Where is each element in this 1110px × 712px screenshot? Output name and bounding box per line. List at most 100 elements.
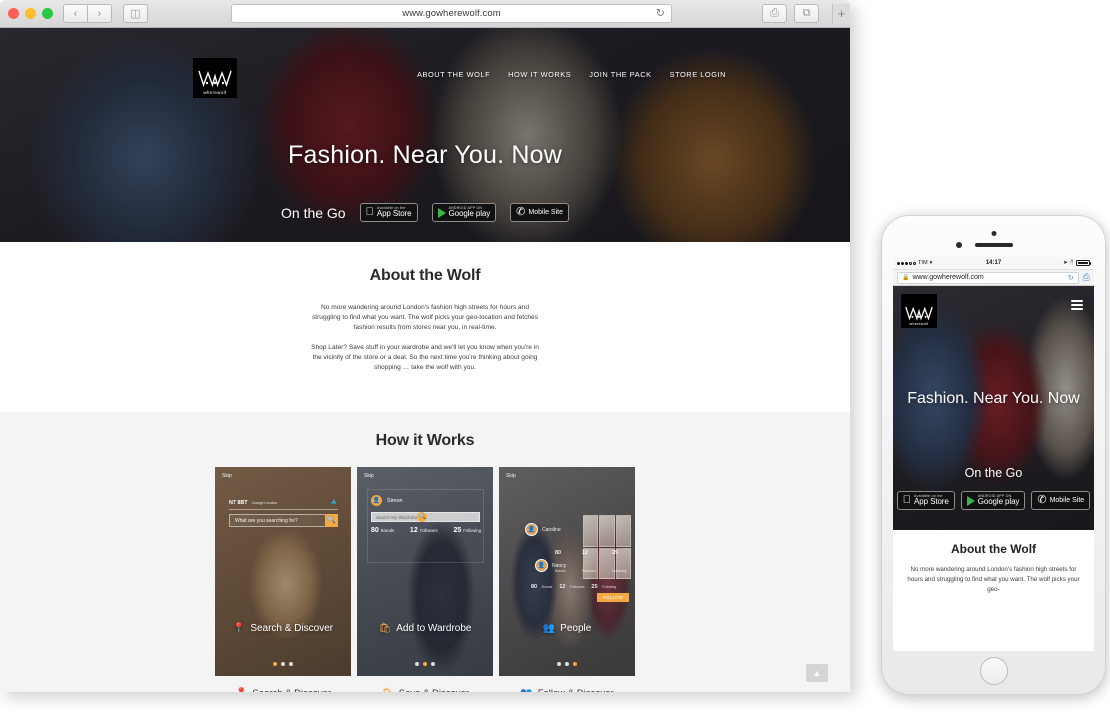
phone-reload-icon[interactable]: ↻ bbox=[1068, 274, 1074, 282]
maximize-window-button[interactable] bbox=[42, 8, 53, 19]
address-bar[interactable]: www.gowherewolf.com ↻ bbox=[231, 4, 672, 23]
mobile-site-badge[interactable]: ✆ Mobile Site bbox=[510, 203, 569, 222]
share-icon[interactable]: ⎙ bbox=[762, 4, 787, 23]
card-add-to-wardrobe[interactable]: Skip 👤 Simon Search My Wardrobe 🔍 80 Bra… bbox=[357, 467, 493, 677]
carousel-dot[interactable] bbox=[565, 662, 569, 667]
tabs-icon[interactable]: ⧉ bbox=[794, 4, 819, 23]
feature-heading-2: 🛍 Save & Discover bbox=[357, 688, 493, 692]
search-icon[interactable]: 🔍 bbox=[325, 513, 338, 527]
phone-wherewolf-logo[interactable]: wherewolf bbox=[901, 294, 937, 328]
person-name-2: Nancy bbox=[552, 562, 567, 569]
screenshot-cards-row: Skip N7 8BT Change Location ➤ What are y… bbox=[0, 467, 850, 677]
phone-share-icon[interactable]: ⎙ bbox=[1083, 272, 1090, 283]
card-search-and-discover[interactable]: Skip N7 8BT Change Location ➤ What are y… bbox=[215, 467, 351, 677]
carousel-dot[interactable] bbox=[415, 662, 419, 667]
carousel-dot[interactable] bbox=[289, 662, 293, 667]
minimize-window-button[interactable] bbox=[25, 8, 36, 19]
hamburger-menu-icon[interactable] bbox=[1071, 300, 1083, 310]
wardrobe-search-field[interactable]: Search My Wardrobe 🔍 bbox=[371, 511, 480, 523]
carousel-dot[interactable] bbox=[573, 662, 577, 667]
reload-icon[interactable]: ↻ bbox=[656, 8, 665, 19]
back-icon[interactable]: ‹ bbox=[63, 4, 88, 23]
app-store-badge[interactable]:  Available on the App Store bbox=[359, 203, 418, 222]
toolbar-right-actions: ⎙ ⧉ + bbox=[762, 3, 850, 24]
mobile-phone-icon: ✆ bbox=[514, 206, 525, 218]
map-pin-icon: 📍 bbox=[235, 688, 247, 692]
nav-item-store-login[interactable]: STORE LOGIN bbox=[670, 70, 726, 79]
front-camera-icon bbox=[991, 231, 996, 236]
phone-mobile-site-badge[interactable]: ✆ Mobile Site bbox=[1031, 491, 1091, 510]
p1-brands-count: 80 bbox=[555, 550, 562, 557]
follow-button[interactable]: FOLLOW bbox=[597, 593, 629, 603]
carousel-dot[interactable] bbox=[431, 662, 435, 667]
p1-followers-count: 12 bbox=[581, 550, 588, 557]
screenshot-stage: ‹ › ◫ www.gowherewolf.com ↻ ⎙ ⧉ + wherew… bbox=[0, 0, 1110, 712]
change-location-link[interactable]: Change Location bbox=[252, 501, 278, 505]
person-row-nancy[interactable]: 👤 Nancy bbox=[535, 559, 567, 573]
wherewolf-logo[interactable]: wherewolf bbox=[193, 58, 237, 98]
main-navigation: ABOUT THE WOLF HOW IT WORKS JOIN THE PAC… bbox=[417, 70, 726, 79]
p2-following-label: Following bbox=[602, 585, 617, 590]
phone-address-bar[interactable]: 🔒 www.gowherewolf.com ↻ bbox=[897, 271, 1079, 284]
person-row-caroline[interactable]: 👤 Caroline bbox=[525, 523, 561, 537]
phone-app-store-badge[interactable]:  Available on the App Store bbox=[896, 491, 955, 510]
p1-following-label: Following bbox=[611, 569, 627, 574]
scroll-to-top-button[interactable]: ▲ bbox=[806, 664, 828, 682]
nav-item-how-it-works[interactable]: HOW IT WORKS bbox=[508, 70, 571, 79]
feature-title-1: Search & Discover bbox=[252, 688, 331, 692]
skip-label-2[interactable]: Skip bbox=[364, 473, 374, 479]
new-tab-button[interactable]: + bbox=[832, 3, 850, 24]
people-icon: 👥 bbox=[520, 688, 532, 692]
forward-icon[interactable]: › bbox=[87, 4, 112, 23]
stat-followers: 12 Followers bbox=[410, 527, 438, 534]
skip-label-1[interactable]: Skip bbox=[222, 473, 232, 479]
phone-google-play-badge-text: ANDROID APP ON Google play bbox=[978, 494, 1020, 507]
locate-arrow-icon[interactable]: ➤ bbox=[329, 496, 341, 509]
battery-icon bbox=[1076, 259, 1092, 267]
google-play-badge-text: ANDROID APP ON Google play bbox=[449, 206, 491, 219]
stat-following: 25 Following bbox=[453, 527, 481, 534]
wardrobe-search-placeholder: Search My Wardrobe bbox=[376, 514, 418, 520]
phone-google-play-badge[interactable]: ANDROID APP ON Google play bbox=[960, 491, 1026, 510]
feature-search-and-discover: 📍 Search & Discover Fashion from stores … bbox=[215, 688, 351, 692]
map-pin-icon: 📍 bbox=[232, 622, 246, 634]
carousel-dot[interactable] bbox=[557, 662, 561, 667]
carousel-dot[interactable] bbox=[273, 662, 277, 667]
hero-section: wherewolf ABOUT THE WOLF HOW IT WORKS JO… bbox=[0, 28, 850, 242]
hero-title: Fashion. Near You. Now bbox=[287, 141, 562, 169]
search-field[interactable]: What are you searching for? 🔍 bbox=[229, 513, 338, 528]
person-stats-2: 80 Brands 12 Followers 25 Following bbox=[531, 575, 616, 593]
navigation-buttons: ‹ › bbox=[63, 4, 115, 23]
shopping-bag-icon: 🛍 bbox=[381, 688, 394, 692]
nav-item-join-the-pack[interactable]: JOIN THE PACK bbox=[589, 70, 651, 79]
carousel-dot[interactable] bbox=[281, 662, 285, 667]
features-row: 📍 Search & Discover Fashion from stores … bbox=[0, 688, 850, 692]
close-window-button[interactable] bbox=[8, 8, 19, 19]
skip-label-3[interactable]: Skip bbox=[506, 473, 516, 479]
location-row[interactable]: N7 8BT Change Location ➤ bbox=[229, 496, 341, 511]
mobile-site-badge-label: Mobile Site bbox=[526, 209, 563, 216]
google-play-badge[interactable]: ANDROID APP ON Google play bbox=[431, 203, 497, 222]
p1-following-count: 25 bbox=[611, 550, 619, 557]
phone-hero-title: Fashion. Near You. Now bbox=[907, 390, 1080, 407]
carousel-dots-3 bbox=[499, 662, 635, 667]
google-play-icon bbox=[966, 495, 975, 506]
profile-row: 👤 Simon bbox=[371, 495, 403, 507]
carousel-dot[interactable] bbox=[423, 662, 427, 667]
address-bar-url: www.gowherewolf.com bbox=[402, 8, 501, 19]
feature-save-and-discover: 🛍 Save & Discover Save products. Get not… bbox=[357, 688, 493, 692]
google-play-icon bbox=[437, 207, 446, 218]
about-title: About the Wolf bbox=[369, 267, 481, 284]
profile-name: Simon bbox=[387, 497, 403, 504]
nav-item-about-the-wolf[interactable]: ABOUT THE WOLF bbox=[417, 70, 490, 79]
card-people[interactable]: Skip 👤 Caroline 80 Brands 12 Followers 2… bbox=[499, 467, 635, 677]
phone-hero-section: wherewolf Fashion. Near You. Now On the … bbox=[893, 286, 1094, 530]
apple-icon:  bbox=[903, 495, 911, 506]
home-button[interactable] bbox=[979, 657, 1008, 685]
phone-browser-toolbar: 🔒 www.gowherewolf.com ↻ ⎙ bbox=[893, 270, 1094, 286]
wardrobe-search-icon[interactable]: 🔍 bbox=[417, 511, 428, 522]
sidebar-icon[interactable]: ◫ bbox=[123, 4, 148, 23]
site-header: wherewolf ABOUT THE WOLF HOW IT WORKS JO… bbox=[0, 28, 850, 98]
p1-followers-label: Followers bbox=[581, 569, 597, 574]
mobile-phone-icon: ✆ bbox=[1035, 494, 1046, 506]
